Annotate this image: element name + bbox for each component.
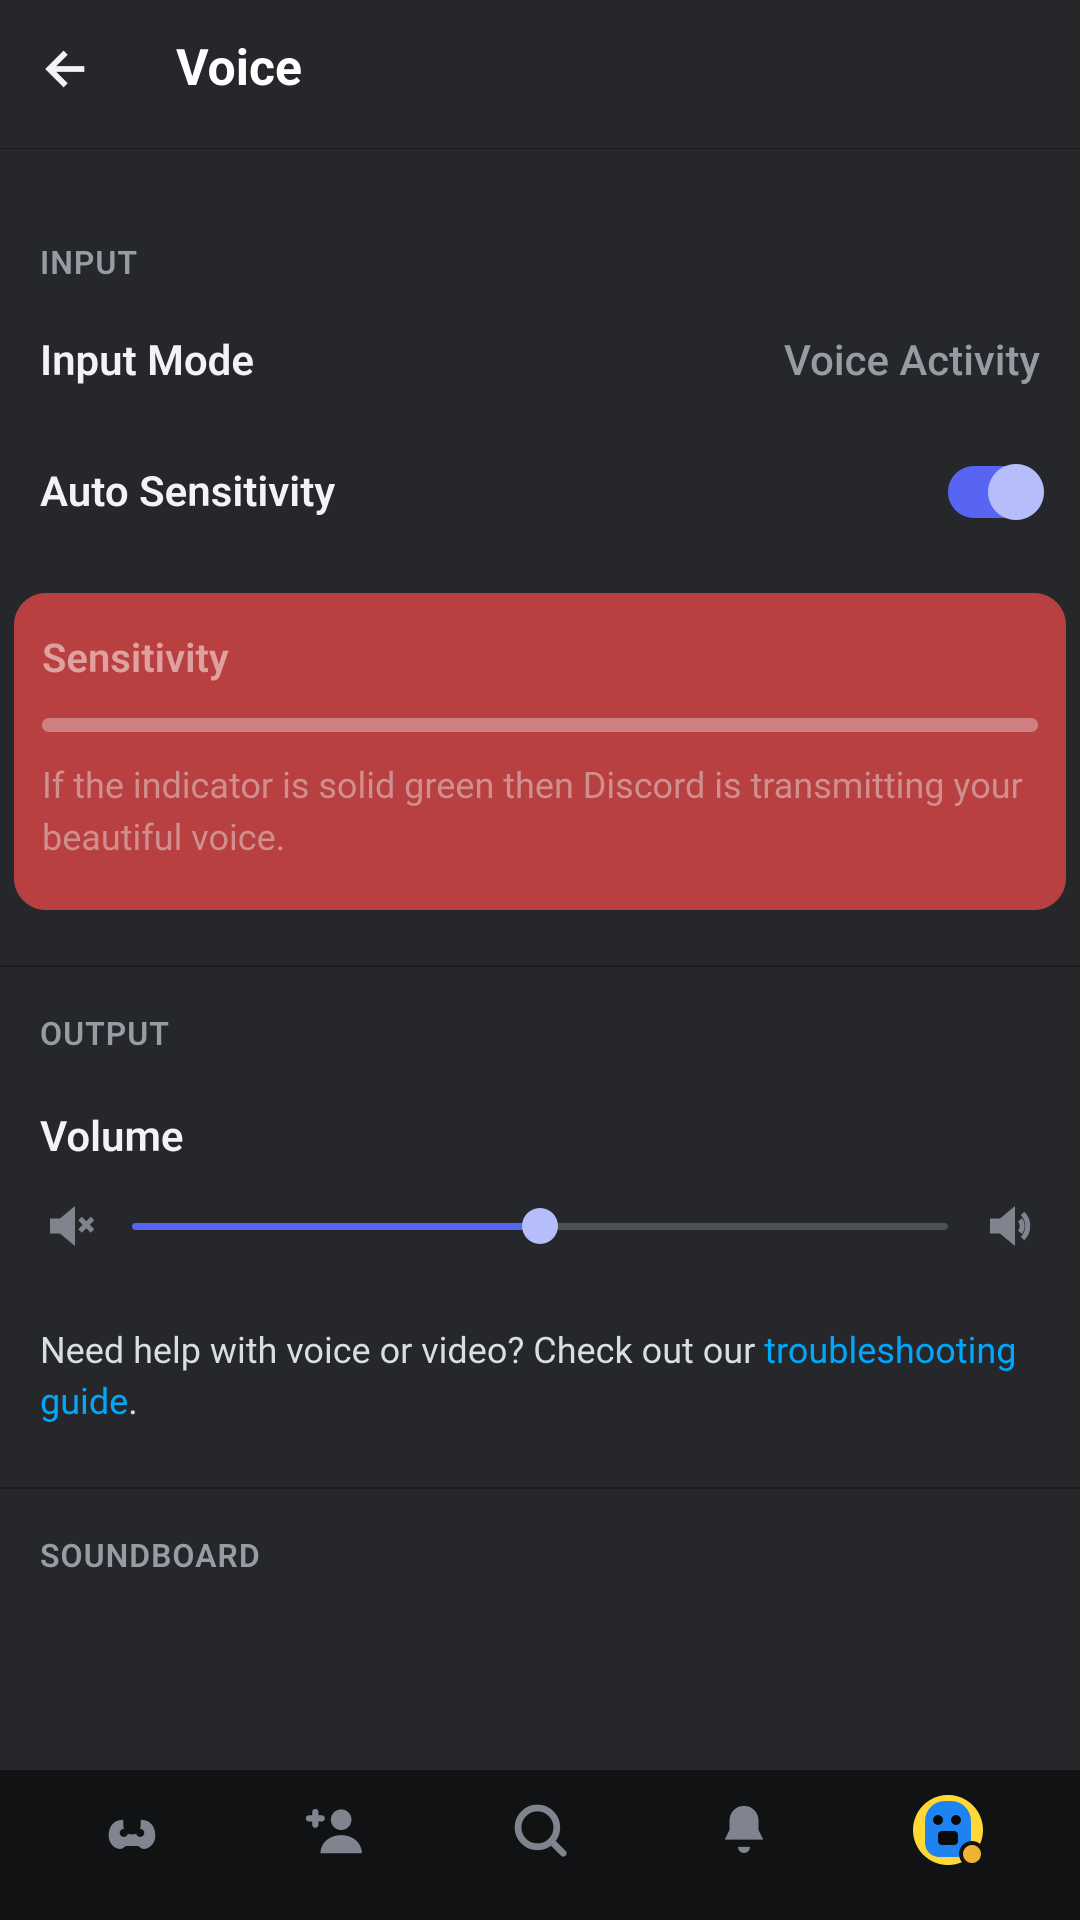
sensitivity-title: Sensitivity xyxy=(42,635,1038,682)
sensitivity-panel: Sensitivity If the indicator is solid gr… xyxy=(14,593,1066,910)
back-icon[interactable] xyxy=(40,41,96,97)
bottom-nav xyxy=(0,1770,1080,1920)
page-title: Voice xyxy=(176,40,302,98)
sensitivity-description: If the indicator is solid green then Dis… xyxy=(42,760,1038,864)
nav-home[interactable] xyxy=(96,1794,168,1866)
help-prefix: Need help with voice or video? Check out… xyxy=(40,1330,764,1372)
help-suffix: . xyxy=(128,1381,138,1423)
auto-sensitivity-toggle[interactable] xyxy=(948,466,1040,518)
input-mode-row[interactable]: Input Mode Voice Activity xyxy=(0,282,1080,441)
auto-sensitivity-row: Auto Sensitivity xyxy=(0,441,1080,573)
section-header-output: OUTPUT xyxy=(0,967,1080,1053)
section-header-input: INPUT xyxy=(0,149,1080,282)
discord-icon xyxy=(97,1795,167,1865)
slider-thumb[interactable] xyxy=(522,1208,558,1244)
volume-high-icon xyxy=(980,1196,1040,1256)
friends-icon xyxy=(305,1799,367,1861)
header-bar: Voice xyxy=(0,0,1080,149)
avatar xyxy=(913,1795,983,1865)
volume-label: Volume xyxy=(40,1113,1040,1162)
input-mode-value: Voice Activity xyxy=(784,337,1040,386)
volume-mute-icon xyxy=(40,1196,100,1256)
section-header-soundboard: SOUNDBOARD xyxy=(0,1489,1080,1575)
volume-block: Volume xyxy=(0,1053,1080,1256)
auto-sensitivity-label: Auto Sensitivity xyxy=(40,468,335,517)
bell-icon xyxy=(715,1801,773,1859)
nav-profile[interactable] xyxy=(912,1794,984,1866)
status-idle-icon xyxy=(959,1841,985,1867)
sensitivity-indicator[interactable] xyxy=(42,718,1038,732)
nav-friends[interactable] xyxy=(300,1794,372,1866)
search-icon xyxy=(509,1799,571,1861)
volume-slider[interactable] xyxy=(132,1206,948,1246)
help-text: Need help with voice or video? Check out… xyxy=(0,1256,1080,1467)
toggle-knob xyxy=(988,464,1044,520)
volume-row xyxy=(40,1196,1040,1256)
slider-fill xyxy=(132,1223,540,1230)
nav-search[interactable] xyxy=(504,1794,576,1866)
nav-notifications[interactable] xyxy=(708,1794,780,1866)
input-mode-label: Input Mode xyxy=(40,337,254,386)
content: INPUT Input Mode Voice Activity Auto Sen… xyxy=(0,149,1080,1575)
